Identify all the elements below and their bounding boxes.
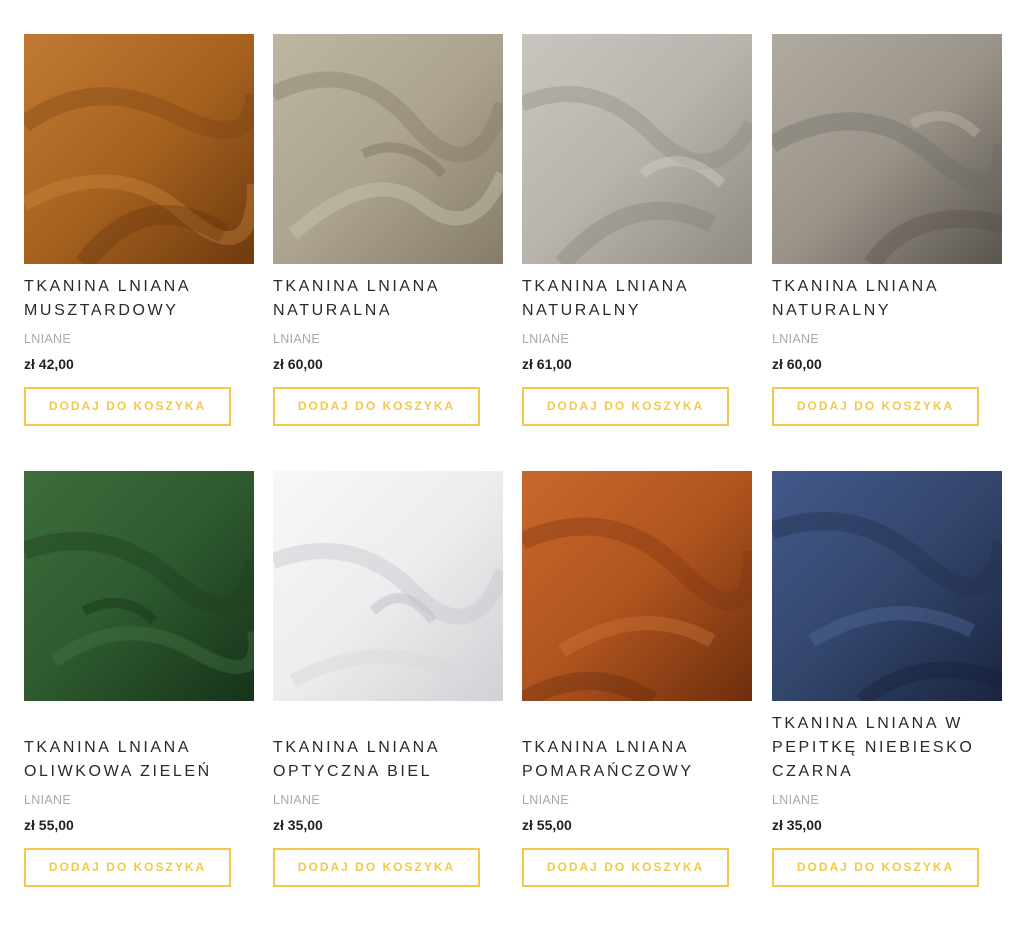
add-to-cart-button[interactable]: DODAJ DO KOSZYKA xyxy=(772,387,979,426)
product-category[interactable]: LNIANE xyxy=(772,332,819,346)
product-image[interactable] xyxy=(522,471,752,701)
product-image[interactable] xyxy=(772,34,1002,264)
product-category[interactable]: LNIANE xyxy=(522,793,569,807)
add-to-cart-button[interactable]: DODAJ DO KOSZYKA xyxy=(24,387,231,426)
product-title[interactable]: TKANINA LNIANA POMARAŃCZOWY xyxy=(522,736,752,784)
product-image[interactable] xyxy=(772,471,1002,701)
product-category[interactable]: LNIANE xyxy=(24,793,71,807)
product-category[interactable]: LNIANE xyxy=(522,332,569,346)
add-to-cart-button[interactable]: DODAJ DO KOSZYKA xyxy=(24,848,231,887)
product-title[interactable]: TKANINA LNIANA NATURALNA xyxy=(273,275,503,323)
product-card: TKANINA LNIANA NATURALNA LNIANE zł 60,00… xyxy=(273,34,503,426)
product-title[interactable]: TKANINA LNIANA OPTYCZNA BIEL xyxy=(273,736,503,784)
product-image[interactable] xyxy=(522,34,752,264)
product-price: zł 60,00 xyxy=(273,356,323,372)
product-card: TKANINA LNIANA W PEPITKĘ NIEBIESKO CZARN… xyxy=(772,471,1002,887)
product-image[interactable] xyxy=(24,34,254,264)
product-title[interactable]: TKANINA LNIANA W PEPITKĘ NIEBIESKO CZARN… xyxy=(772,712,1002,784)
product-title[interactable]: TKANINA LNIANA OLIWKOWA ZIELEŃ xyxy=(24,736,254,784)
product-price: zł 55,00 xyxy=(522,817,572,833)
product-image[interactable] xyxy=(24,471,254,701)
product-card: TKANINA LNIANA OLIWKOWA ZIELEŃ LNIANE zł… xyxy=(24,471,254,887)
product-price: zł 60,00 xyxy=(772,356,822,372)
product-price: zł 61,00 xyxy=(522,356,572,372)
product-image[interactable] xyxy=(273,34,503,264)
product-card: TKANINA LNIANA OPTYCZNA BIEL LNIANE zł 3… xyxy=(273,471,503,887)
product-price: zł 42,00 xyxy=(24,356,74,372)
product-image[interactable] xyxy=(273,471,503,701)
product-category[interactable]: LNIANE xyxy=(24,332,71,346)
product-price: zł 55,00 xyxy=(24,817,74,833)
add-to-cart-button[interactable]: DODAJ DO KOSZYKA xyxy=(522,387,729,426)
add-to-cart-button[interactable]: DODAJ DO KOSZYKA xyxy=(273,848,480,887)
add-to-cart-button[interactable]: DODAJ DO KOSZYKA xyxy=(522,848,729,887)
product-card: TKANINA LNIANA MUSZTARDOWY LNIANE zł 42,… xyxy=(24,34,254,426)
product-category[interactable]: LNIANE xyxy=(273,332,320,346)
add-to-cart-button[interactable]: DODAJ DO KOSZYKA xyxy=(772,848,979,887)
product-card: TKANINA LNIANA NATURALNY LNIANE zł 60,00… xyxy=(772,34,1002,426)
product-title[interactable]: TKANINA LNIANA MUSZTARDOWY xyxy=(24,275,254,323)
product-title[interactable]: TKANINA LNIANA NATURALNY xyxy=(772,275,1002,323)
product-card: TKANINA LNIANA NATURALNY LNIANE zł 61,00… xyxy=(522,34,752,426)
product-category[interactable]: LNIANE xyxy=(772,793,819,807)
add-to-cart-button[interactable]: DODAJ DO KOSZYKA xyxy=(273,387,480,426)
product-title[interactable]: TKANINA LNIANA NATURALNY xyxy=(522,275,752,323)
product-price: zł 35,00 xyxy=(772,817,822,833)
product-card: TKANINA LNIANA POMARAŃCZOWY LNIANE zł 55… xyxy=(522,471,752,887)
product-category[interactable]: LNIANE xyxy=(273,793,320,807)
product-price: zł 35,00 xyxy=(273,817,323,833)
